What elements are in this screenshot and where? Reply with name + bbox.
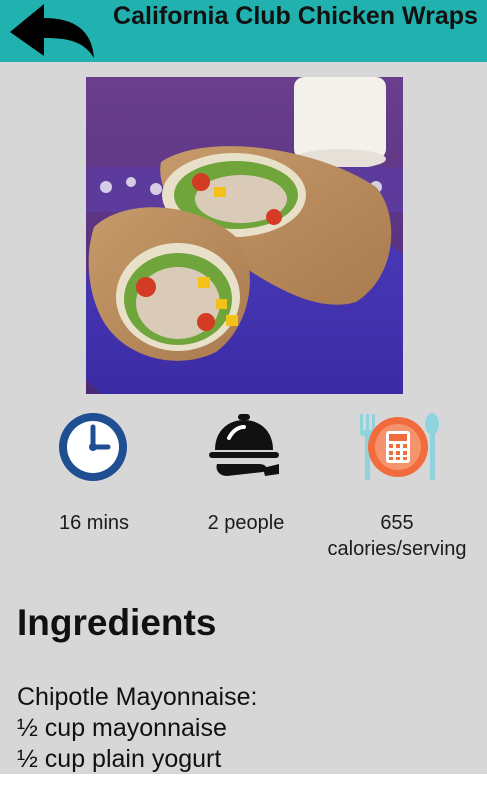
- clock-icon: [56, 410, 130, 484]
- recipe-photo: [86, 77, 403, 394]
- ingredient-item: ½ cup plain yogurt: [17, 745, 222, 773]
- recipe-screen: California Club Chicken Wraps 16 mins 2 …: [0, 0, 487, 774]
- ingredients-heading: Ingredients: [17, 602, 217, 643]
- page-title: California Club Chicken Wraps: [113, 2, 478, 30]
- back-arrow-icon: [10, 4, 94, 58]
- bottom-area: [0, 774, 487, 800]
- ingredient-item: ½ cup mayonnaise: [17, 714, 227, 742]
- back-button[interactable]: [4, 2, 98, 60]
- serving-cloche-icon: [207, 410, 281, 484]
- app-header: California Club Chicken Wraps: [0, 0, 487, 62]
- ingredient-item: Chipotle Mayonnaise:: [17, 683, 258, 711]
- servings-text: 2 people: [207, 512, 285, 534]
- calorie-calculator-icon: [356, 410, 439, 484]
- prep-time-text: 16 mins: [58, 512, 130, 534]
- calories-text: 655 calories/serving: [327, 512, 467, 560]
- ingredients-list: Chipotle Mayonnaise: ½ cup mayonnaise ½ …: [17, 682, 257, 774]
